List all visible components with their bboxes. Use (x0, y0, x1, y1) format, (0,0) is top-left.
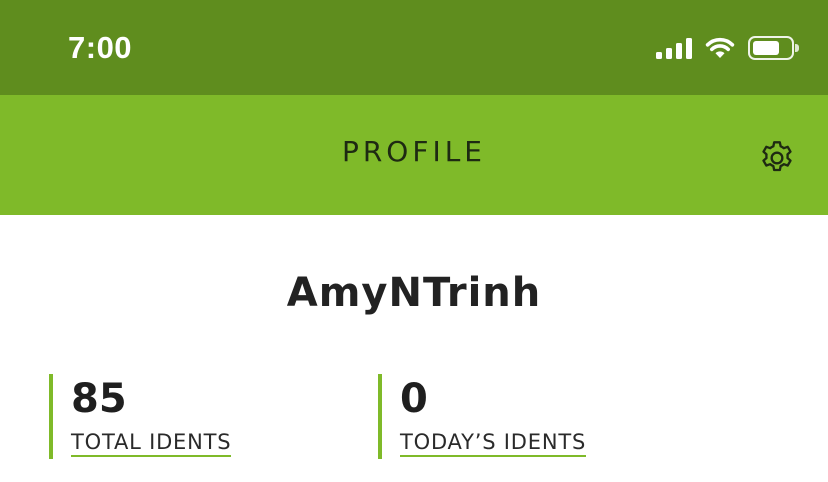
cellular-signal-icon (656, 37, 692, 59)
profile-username: AmyNTrinh (286, 270, 542, 316)
battery-icon (748, 36, 799, 60)
wifi-icon (705, 37, 735, 58)
status-icons (656, 36, 799, 60)
stat-value: 0 (400, 376, 428, 422)
stat-todays-idents: 0 TODAY’S IDENTS (378, 374, 587, 459)
todays-idents-link[interactable]: TODAY’S IDENTS (400, 430, 587, 457)
stat-total-idents: 85 TOTAL IDENTS (49, 374, 232, 459)
page-title: PROFILE (341, 135, 487, 168)
app-bar: PROFILE (0, 95, 828, 215)
gear-icon (762, 141, 792, 172)
status-time: 7:00 (68, 30, 133, 65)
total-idents-link[interactable]: TOTAL IDENTS (71, 430, 232, 457)
status-bar: 7:00 (0, 0, 828, 95)
stat-value: 85 (71, 376, 127, 422)
settings-button[interactable] (754, 135, 800, 181)
